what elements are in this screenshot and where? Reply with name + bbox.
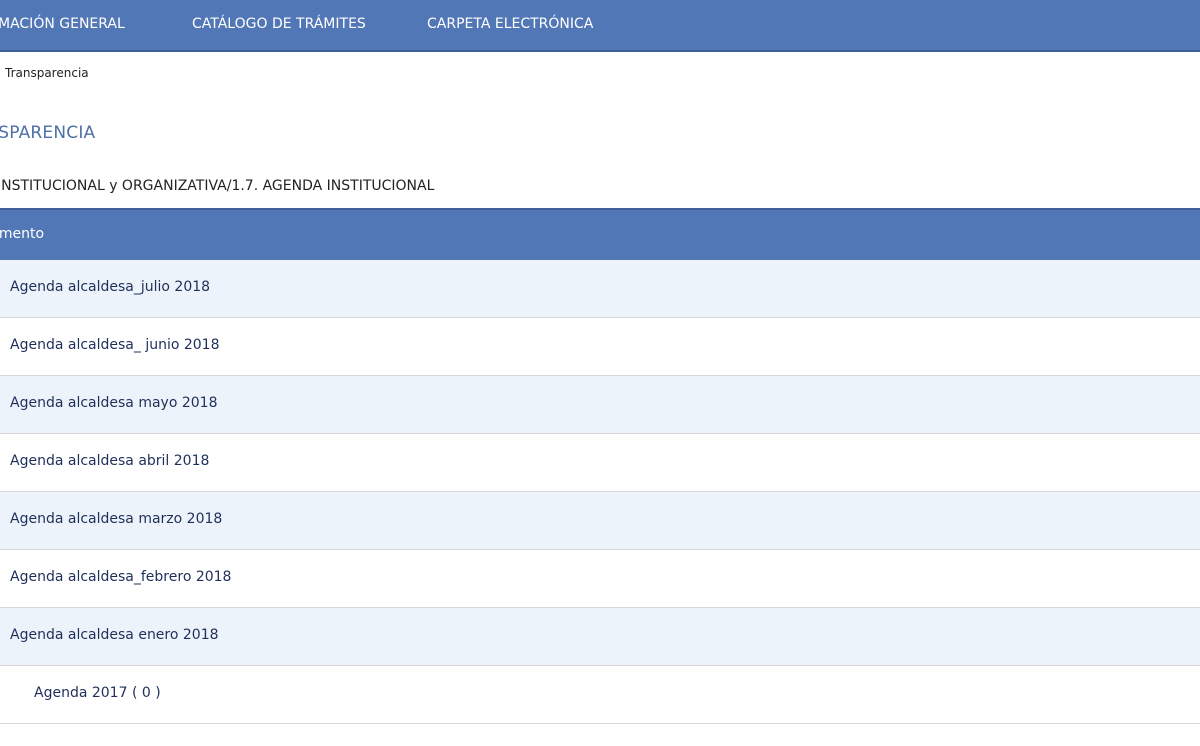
document-link[interactable]: Agenda alcaldesa enero 2018 bbox=[10, 627, 219, 643]
page: MACIÓN GENERAL CATÁLOGO DE TRÁMITES CARP… bbox=[0, 0, 1200, 746]
table-row[interactable]: Agenda alcaldesa marzo 2018 bbox=[0, 492, 1200, 550]
document-link[interactable]: Agenda alcaldesa_julio 2018 bbox=[10, 279, 210, 295]
section-path: INSTITUCIONAL y ORGANIZATIVA/1.7. AGENDA… bbox=[0, 178, 435, 194]
table-row[interactable]: Agenda alcaldesa_febrero 2018 bbox=[0, 550, 1200, 608]
document-link[interactable]: Agenda alcaldesa_ junio 2018 bbox=[10, 337, 220, 353]
document-link[interactable]: Agenda alcaldesa_febrero 2018 bbox=[10, 569, 231, 585]
table-header: umento bbox=[0, 208, 1200, 260]
nav-carpeta-electronica[interactable]: CARPETA ELECTRÓNICA bbox=[427, 16, 593, 32]
document-link[interactable]: Agenda alcaldesa abril 2018 bbox=[10, 453, 209, 469]
table-row[interactable]: Agenda alcaldesa_ junio 2018 bbox=[0, 318, 1200, 376]
nav-informacion-general[interactable]: MACIÓN GENERAL bbox=[0, 16, 125, 32]
document-link[interactable]: Agenda alcaldesa mayo 2018 bbox=[10, 395, 217, 411]
table-row[interactable]: Agenda alcaldesa mayo 2018 bbox=[0, 376, 1200, 434]
table-row[interactable]: Agenda alcaldesa enero 2018 bbox=[0, 608, 1200, 666]
breadcrumb[interactable]: Transparencia bbox=[5, 66, 89, 80]
document-link[interactable]: Agenda alcaldesa marzo 2018 bbox=[10, 511, 222, 527]
table-row[interactable]: Agenda alcaldesa abril 2018 bbox=[0, 434, 1200, 492]
table-row-folder[interactable]: Agenda 2017 ( 0 ) bbox=[0, 666, 1200, 724]
nav-catalogo-tramites[interactable]: CATÁLOGO DE TRÁMITES bbox=[192, 16, 366, 32]
top-navigation-bar: MACIÓN GENERAL CATÁLOGO DE TRÁMITES CARP… bbox=[0, 0, 1200, 52]
documents-table: umento Agenda alcaldesa_julio 2018 Agend… bbox=[0, 208, 1200, 724]
folder-link[interactable]: Agenda 2017 ( 0 ) bbox=[34, 685, 161, 701]
page-title: ISPARENCIA bbox=[0, 123, 96, 143]
table-row[interactable]: Agenda alcaldesa_julio 2018 bbox=[0, 260, 1200, 318]
column-header-documento[interactable]: umento bbox=[0, 226, 44, 242]
